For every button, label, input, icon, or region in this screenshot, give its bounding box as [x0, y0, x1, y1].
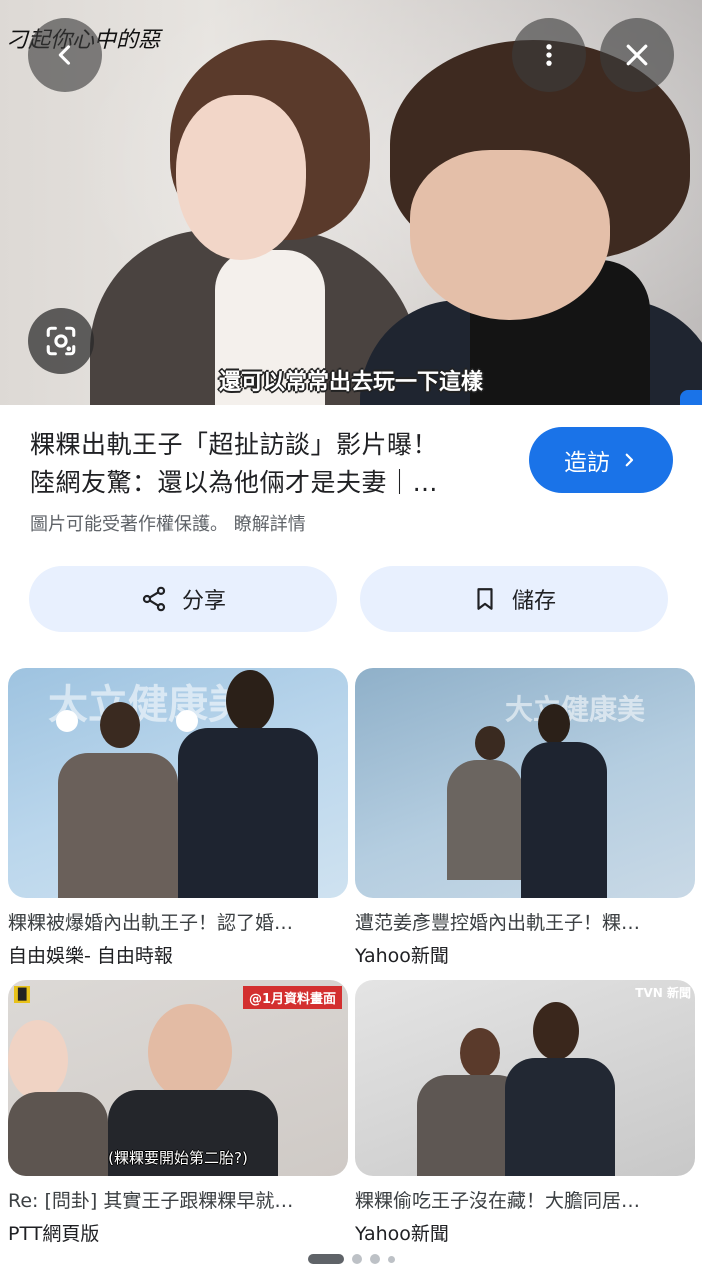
related-source: Yahoo新聞	[355, 1223, 449, 1245]
title-line-2: 陸網友驚：還以為他倆才是夫妻｜…	[30, 468, 439, 497]
related-source: Yahoo新聞	[355, 945, 449, 967]
result-title[interactable]: 粿粿出軌王子「超扯訪談」影片曝！ 陸網友驚：還以為他倆才是夫妻｜…	[30, 426, 500, 502]
archive-tag: @1月資料畫面	[242, 986, 342, 1009]
related-thumbnail[interactable]: 大立健康美	[8, 668, 348, 898]
related-card[interactable]: █ @1月資料畫面 (粿粿要開始第二胎?) Re: [問卦] 其實王子跟粿粿早就…	[8, 980, 348, 1246]
edge-tab	[680, 390, 702, 405]
google-lens-icon	[46, 326, 76, 356]
person-head	[475, 726, 505, 760]
related-card[interactable]: TVN 新聞 粿粿偷吃王子沒在藏！大膽同居… Yahoo新聞	[355, 980, 695, 1246]
video-subtitle: 還可以常常出去玩一下這樣	[218, 370, 483, 395]
save-label: 儲存	[511, 589, 556, 614]
visit-button[interactable]: 造訪	[529, 427, 673, 493]
backdrop-text: 大立健康美	[505, 693, 646, 726]
person-coat	[447, 760, 523, 880]
bookmark-icon	[477, 588, 493, 610]
back-button[interactable]	[28, 18, 102, 92]
more-options-button[interactable]	[512, 18, 586, 92]
copyright-text: 圖片可能受著作權保護。	[30, 514, 228, 535]
person-coat	[521, 742, 607, 898]
star-prop	[56, 710, 78, 732]
share-button[interactable]: 分享	[29, 566, 337, 632]
copyright-notice: 圖片可能受著作權保護。 瞭解詳情	[30, 510, 306, 536]
channel-logo: TVN 新聞	[635, 986, 691, 1000]
person-head	[100, 702, 140, 748]
related-thumbnail[interactable]: 大立健康美	[355, 668, 695, 898]
related-caption[interactable]: 粿粿被爆婚內出軌王子！認了婚…	[8, 908, 348, 935]
related-card[interactable]: 大立健康美 遭范姜彥豐控婚內出軌王子！粿… Yahoo新聞	[355, 668, 695, 968]
person-coat	[58, 753, 178, 898]
person-coat	[178, 728, 318, 898]
thumbnail-subtitle: (粿粿要開始第二胎?)	[108, 1149, 248, 1167]
star-prop	[176, 710, 198, 732]
related-caption[interactable]: 粿粿偷吃王子沒在藏！大膽同居…	[355, 1186, 695, 1213]
close-button[interactable]	[600, 18, 674, 92]
channel-logo: █	[14, 986, 31, 1003]
person-coat	[505, 1058, 615, 1176]
related-thumbnail[interactable]: █ @1月資料畫面 (粿粿要開始第二胎?)	[8, 980, 348, 1176]
page-dot	[351, 1254, 362, 1264]
learn-more-link[interactable]: 瞭解詳情	[234, 514, 306, 535]
related-source: PTT網頁版	[8, 1223, 100, 1245]
chevron-left-icon	[58, 45, 71, 65]
related-caption[interactable]: Re: [問卦] 其實王子跟粿粿早就…	[8, 1186, 348, 1213]
title-line-1: 粿粿出軌王子「超扯訪談」影片曝！	[30, 430, 439, 459]
lens-search-button[interactable]	[28, 308, 94, 374]
share-label: 分享	[181, 589, 226, 614]
person-head	[533, 1002, 579, 1060]
page-dot	[369, 1254, 380, 1264]
visit-label: 造訪	[564, 450, 610, 476]
page-indicator	[0, 1254, 702, 1264]
person-head	[148, 1004, 232, 1100]
related-thumbnail[interactable]: TVN 新聞	[355, 980, 695, 1176]
person-head	[8, 1020, 68, 1100]
person-head	[460, 1028, 500, 1078]
more-vert-icon	[546, 44, 552, 66]
person-head	[226, 670, 274, 732]
save-button[interactable]: 儲存	[360, 566, 668, 632]
page-dot-active	[307, 1254, 344, 1264]
page-dot	[387, 1255, 395, 1263]
backdrop-text: 大立健康美	[48, 682, 248, 728]
share-icon	[142, 586, 166, 612]
related-card[interactable]: 大立健康美 粿粿被爆婚內出軌王子！認了婚… 自由娛樂- 自由時報	[8, 668, 348, 968]
person-head	[538, 704, 570, 744]
chevron-right-icon	[625, 453, 634, 467]
man-face	[410, 150, 610, 320]
woman-face	[176, 95, 306, 260]
hero-image[interactable]: 刁起你心中的惡 還可以常常出去玩一下這樣	[0, 0, 702, 405]
related-caption[interactable]: 遭范姜彥豐控婚內出軌王子！粿…	[355, 908, 695, 935]
close-icon	[626, 44, 648, 66]
related-source: 自由娛樂- 自由時報	[8, 945, 173, 967]
